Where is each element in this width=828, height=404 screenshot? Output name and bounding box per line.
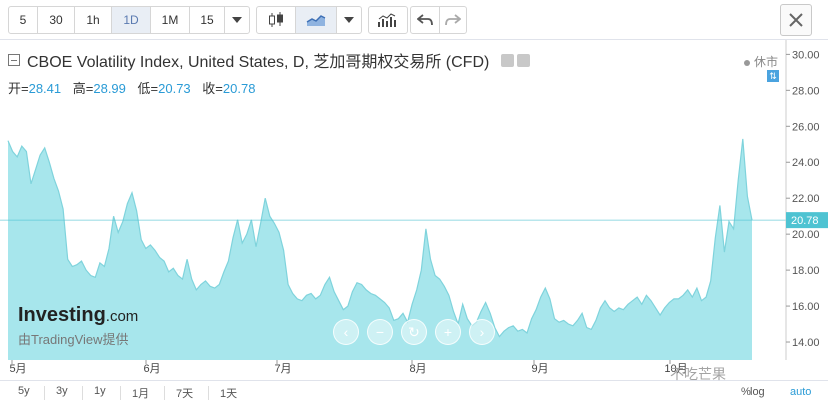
y-tick-label: 22.00	[792, 193, 820, 205]
range-3y[interactable]: 3y	[56, 385, 68, 397]
indicators-icon	[378, 13, 396, 27]
interval-30m-button[interactable]: 30	[37, 6, 75, 34]
eye-icon[interactable]	[501, 53, 515, 67]
low-label: 低=	[137, 81, 159, 96]
high-label: 高=	[72, 81, 94, 96]
corner-watermark: 不吃芒果	[670, 366, 726, 382]
brand-name: Investing	[18, 304, 106, 326]
range-1day[interactable]: 1天	[220, 385, 237, 401]
chevron-right-icon: ›	[479, 324, 485, 340]
indicators-button[interactable]	[368, 6, 408, 34]
y-tick-label: 18.00	[792, 265, 820, 277]
auto-scale-toggle[interactable]: auto	[790, 386, 811, 398]
log-scale-toggle[interactable]: log	[750, 386, 765, 398]
settings-icon[interactable]	[517, 53, 531, 67]
undo-icon	[417, 14, 433, 26]
brand-suffix: .com	[105, 308, 139, 325]
candlestick-chart-button[interactable]	[256, 6, 296, 34]
interval-15m-button[interactable]: 15	[189, 6, 225, 34]
range-1y[interactable]: 1y	[94, 385, 106, 397]
y-tick-label: 30.00	[792, 49, 820, 61]
y-tick-label: 26.00	[792, 121, 820, 133]
chart-type-dropdown-button[interactable]	[336, 6, 362, 34]
interval-1d-button[interactable]: 1D	[111, 6, 151, 34]
scroll-right-button[interactable]: ›	[469, 319, 495, 345]
open-value: 28.41	[28, 81, 62, 96]
close-button[interactable]	[780, 4, 812, 36]
area-chart-button[interactable]	[295, 6, 337, 34]
y-tick-label: 28.00	[792, 85, 820, 97]
chevron-left-icon: ‹	[343, 324, 349, 340]
symbol-title: CBOE Volatility Index, United States, D,…	[27, 54, 490, 71]
area-chart-icon	[306, 15, 326, 26]
scroll-left-button[interactable]: ‹	[333, 319, 359, 345]
chevron-down-icon	[232, 17, 242, 23]
close-label: 收=	[202, 81, 223, 96]
zoom-in-button[interactable]: +	[435, 319, 461, 345]
y-tick-label: 24.00	[792, 157, 820, 169]
close-icon	[789, 13, 803, 27]
x-tick-label: 5月	[9, 363, 26, 375]
interval-1month-button[interactable]: 1M	[150, 6, 190, 34]
minus-icon: −	[375, 324, 385, 340]
x-tick-label: 7月	[274, 363, 291, 375]
range-7days[interactable]: 7天	[176, 385, 193, 401]
market-status-label: 休市	[754, 55, 779, 69]
candlestick-icon	[269, 12, 283, 27]
y-tick-label: 20.00	[792, 229, 820, 241]
chart-toolbar: 5 30 1h 1D 1M 15	[0, 0, 828, 40]
reset-zoom-button[interactable]: ↻	[401, 319, 427, 345]
plus-icon: +	[443, 324, 453, 340]
status-dot-icon	[744, 59, 750, 66]
last-price-label: 20.78	[791, 215, 819, 227]
reset-icon: ↻	[408, 323, 420, 340]
interval-dropdown-button[interactable]	[224, 6, 250, 34]
range-1month[interactable]: 1月	[132, 385, 149, 401]
close-value: 20.78	[222, 81, 256, 96]
interval-5m-button[interactable]: 5	[8, 6, 38, 34]
zoom-out-button[interactable]: −	[367, 319, 393, 345]
range-5y[interactable]: 5y	[18, 385, 30, 397]
y-tick-label: 14.00	[792, 337, 820, 349]
chevron-down-icon	[344, 17, 354, 23]
investing-watermark: Investing.com 由TradingView提供	[18, 304, 138, 348]
undo-button[interactable]	[410, 6, 440, 34]
powered-by-text: 由TradingView提供	[18, 332, 129, 347]
x-tick-label: 8月	[409, 363, 426, 375]
open-label: 开=	[8, 81, 29, 96]
interval-1h-button[interactable]: 1h	[74, 6, 112, 34]
redo-button[interactable]	[439, 6, 467, 34]
market-status: 休市	[744, 53, 778, 70]
redo-icon	[445, 14, 461, 26]
y-tick-label: 16.00	[792, 301, 820, 313]
x-tick-label: 6月	[143, 363, 160, 375]
collapse-legend-icon[interactable]	[8, 54, 20, 66]
high-value: 28.99	[93, 81, 126, 96]
ohlc-values: 开=28.41 高=28.99 低=20.73 收=20.78	[8, 78, 530, 97]
scale-arrows-icon[interactable]: ⇅	[767, 70, 779, 82]
x-tick-label: 9月	[531, 363, 548, 375]
chart-legend: CBOE Volatility Index, United States, D,…	[8, 48, 531, 97]
low-value: 20.73	[158, 81, 191, 96]
